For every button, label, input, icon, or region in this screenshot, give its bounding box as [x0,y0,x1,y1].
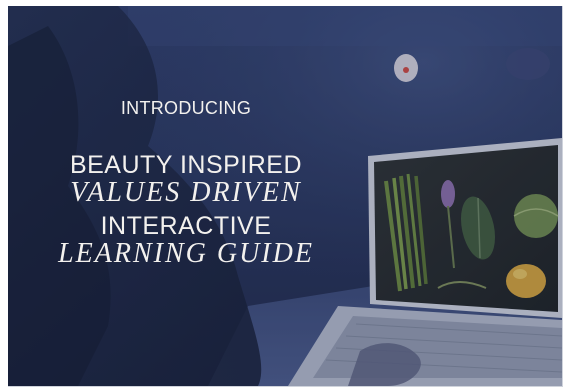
intro-kicker: INTRODUCING [120,98,252,118]
headline-line-1: BEAUTY INSPIRED [69,151,303,179]
background-photo: INTRODUCING BEAUTY INSPIRED VALUES DRIVE… [8,6,563,387]
headline-line-2: VALUES DRIVEN [70,177,302,208]
promo-banner: INTRODUCING BEAUTY INSPIRED VALUES DRIVE… [0,0,564,389]
headline-line-4: LEARNING GUIDE [58,238,314,269]
headline-line-3: INTERACTIVE [100,212,272,240]
